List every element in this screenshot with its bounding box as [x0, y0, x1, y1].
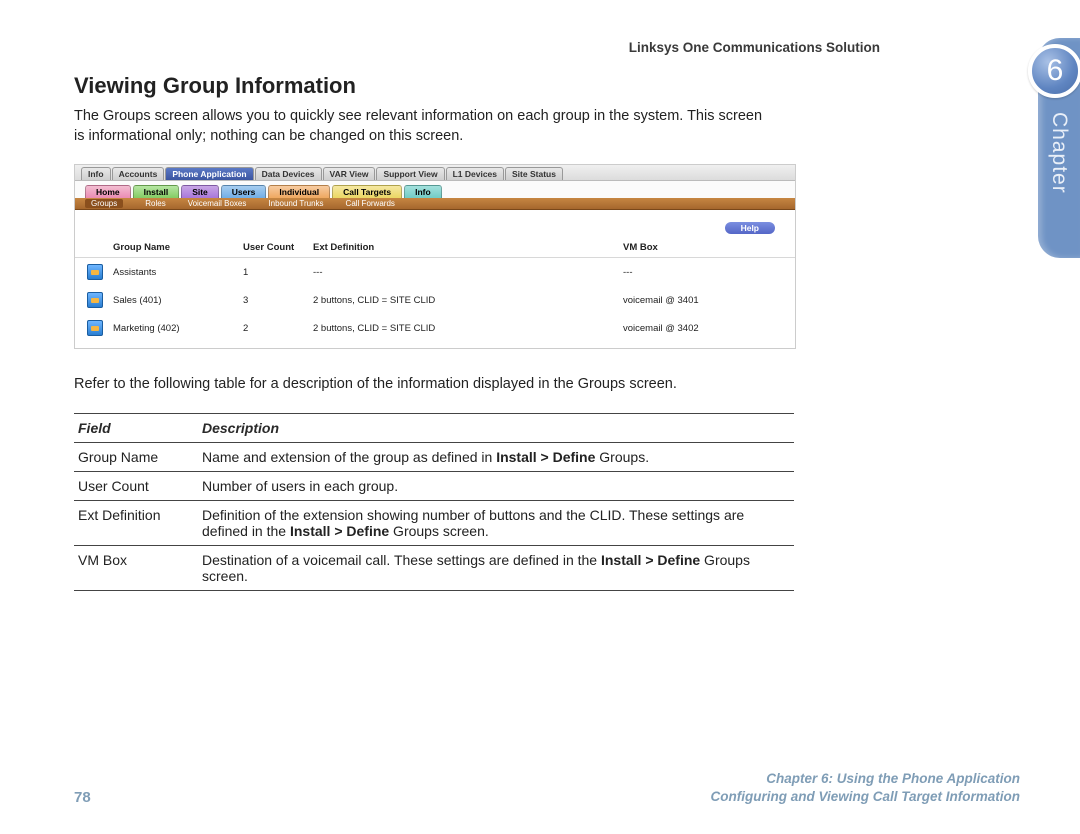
cell-field: User Count	[74, 471, 198, 500]
cell-group-name: Sales (401)	[113, 295, 243, 306]
th-description: Description	[198, 413, 794, 442]
mock-body: Help Group Name User Count Ext Definitio…	[75, 210, 795, 348]
footer-chapter-line: Chapter 6: Using the Phone Application	[711, 770, 1021, 788]
top-tab[interactable]: Site Status	[505, 167, 563, 180]
top-tab[interactable]: VAR View	[323, 167, 376, 180]
mid-tab[interactable]: Info	[404, 185, 442, 198]
cell-vm-box: ---	[623, 267, 793, 278]
top-tab-bar: InfoAccountsPhone ApplicationData Device…	[75, 165, 795, 181]
top-tab[interactable]: Info	[81, 167, 111, 180]
field-description-table: Field Description Group NameName and ext…	[74, 413, 794, 591]
cell-vm-box: voicemail @ 3401	[623, 295, 793, 306]
footer-topic-line: Configuring and Viewing Call Target Info…	[711, 788, 1021, 806]
sub-nav-item[interactable]: Inbound Trunks	[268, 199, 323, 208]
cell-ext-definition: 2 buttons, CLID = SITE CLID	[313, 295, 623, 306]
footer-right: Chapter 6: Using the Phone Application C…	[711, 770, 1021, 806]
sub-nav-item[interactable]: Voicemail Boxes	[188, 199, 247, 208]
cell-user-count: 3	[243, 295, 313, 306]
top-tab[interactable]: Accounts	[112, 167, 165, 180]
page-number: 78	[74, 789, 91, 806]
mid-tab[interactable]: Users	[221, 185, 267, 198]
cell-user-count: 2	[243, 323, 313, 334]
cell-ext-definition: ---	[313, 267, 623, 278]
grid-header-row: Group Name User Count Ext Definition VM …	[75, 238, 795, 258]
top-tab[interactable]: L1 Devices	[446, 167, 504, 180]
group-icon	[87, 320, 103, 336]
mid-tab[interactable]: Home	[85, 185, 131, 198]
cell-description: Number of users in each group.	[198, 471, 794, 500]
groups-screen-mock: InfoAccountsPhone ApplicationData Device…	[74, 164, 796, 349]
th-field: Field	[74, 413, 198, 442]
sub-nav-item[interactable]: Groups	[85, 199, 123, 208]
section-title: Viewing Group Information	[74, 73, 880, 99]
mid-tab[interactable]: Install	[133, 185, 180, 198]
grid-data-row: Sales (401)32 buttons, CLID = SITE CLIDv…	[75, 286, 795, 314]
lead-in-paragraph: Refer to the following table for a descr…	[74, 375, 774, 395]
help-button[interactable]: Help	[725, 222, 775, 234]
sub-nav-item[interactable]: Roles	[145, 199, 165, 208]
chapter-thumb-tab: 6 Chapter	[1038, 38, 1080, 258]
page-footer: 78 Chapter 6: Using the Phone Applicatio…	[74, 770, 1020, 806]
grid-data-row: Assistants1------	[75, 258, 795, 286]
mid-tab[interactable]: Individual	[268, 185, 330, 198]
table-row: VM BoxDestination of a voicemail call. T…	[74, 545, 794, 590]
chapter-label: Chapter	[1047, 112, 1071, 194]
cell-group-name: Assistants	[113, 267, 243, 278]
header-product: Linksys One Communications Solution	[74, 40, 880, 55]
top-tab[interactable]: Support View	[376, 167, 444, 180]
col-group-name: Group Name	[113, 242, 243, 253]
document-page: Linksys One Communications Solution View…	[0, 0, 940, 611]
group-icon	[87, 264, 103, 280]
sub-nav-bar: Groups Roles Voicemail Boxes Inbound Trunks…	[75, 198, 795, 210]
col-vm-box: VM Box	[623, 242, 793, 253]
cell-description: Destination of a voicemail call. These s…	[198, 545, 794, 590]
col-user-count: User Count	[243, 242, 313, 253]
cell-field: Ext Definition	[74, 500, 198, 545]
table-row: User CountNumber of users in each group.	[74, 471, 794, 500]
group-icon	[87, 292, 103, 308]
cell-user-count: 1	[243, 267, 313, 278]
mid-tab-bar: HomeInstallSiteUsersIndividualCall Targe…	[75, 181, 795, 198]
top-tab[interactable]: Phone Application	[165, 167, 253, 180]
cell-field: Group Name	[74, 442, 198, 471]
grid-data-row: Marketing (402)22 buttons, CLID = SITE C…	[75, 314, 795, 342]
mid-tab[interactable]: Site	[181, 185, 219, 198]
help-button-row: Help	[75, 218, 795, 238]
chapter-number-badge: 6	[1028, 44, 1080, 98]
table-row: Ext DefinitionDefinition of the extensio…	[74, 500, 794, 545]
col-ext-definition: Ext Definition	[313, 242, 623, 253]
cell-description: Definition of the extension showing numb…	[198, 500, 794, 545]
table-row: Group NameName and extension of the grou…	[74, 442, 794, 471]
cell-vm-box: voicemail @ 3402	[623, 323, 793, 334]
intro-paragraph: The Groups screen allows you to quickly …	[74, 107, 774, 146]
cell-field: VM Box	[74, 545, 198, 590]
cell-group-name: Marketing (402)	[113, 323, 243, 334]
sub-nav-item[interactable]: Call Forwards	[346, 199, 395, 208]
top-tab[interactable]: Data Devices	[255, 167, 322, 180]
cell-ext-definition: 2 buttons, CLID = SITE CLID	[313, 323, 623, 334]
cell-description: Name and extension of the group as defin…	[198, 442, 794, 471]
mid-tab[interactable]: Call Targets	[332, 185, 402, 198]
